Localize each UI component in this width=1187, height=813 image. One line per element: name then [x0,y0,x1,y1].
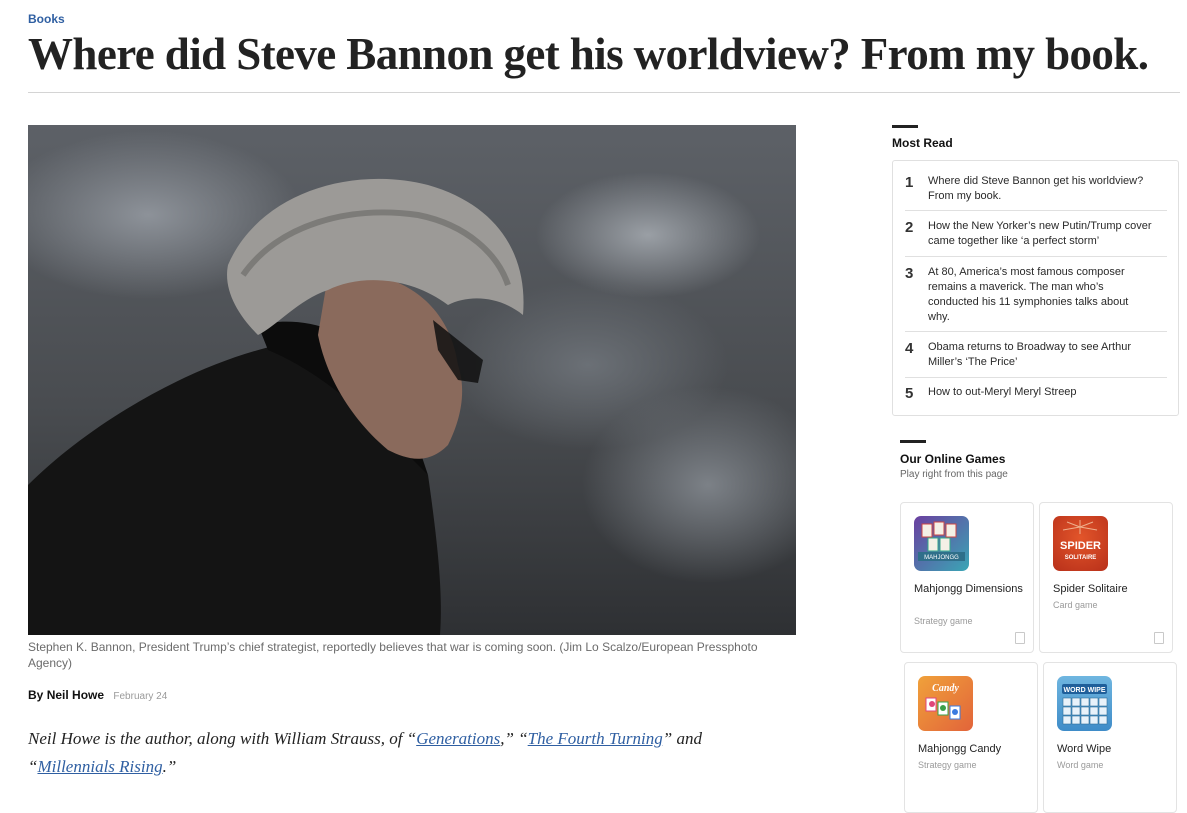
game-name: Mahjongg Dimensions [914,583,1023,595]
most-read-rank: 4 [905,340,914,357]
author-intro: Neil Howe is the author, along with Will… [28,725,788,781]
svg-text:Candy: Candy [932,683,959,694]
open-game-icon[interactable] [1015,632,1025,644]
lead-photo[interactable] [28,125,796,635]
most-read-title: Most Read [892,136,953,150]
most-read-link[interactable]: Where did Steve Bannon get his worldview… [928,174,1153,204]
headline-divider [28,92,1180,93]
intro-text-1: Neil Howe is the author, along with Will… [28,729,417,748]
most-read-divider [905,210,1167,211]
svg-text:SPIDER: SPIDER [1060,540,1101,552]
most-read-rank: 5 [905,385,914,402]
byline: By Neil Howe February 24 [28,688,167,702]
book-link-generations[interactable]: Generations [416,729,500,748]
mahjongg-dimensions-icon: MAHJONGG [914,516,969,571]
intro-text-4: .” [162,757,177,776]
mahjongg-thumb-label: MAHJONGG [924,555,959,561]
game-card-mahjongg-dimensions[interactable]: MAHJONGG Mahjongg Dimensions Strategy ga… [900,502,1034,653]
most-read-rank: 2 [905,219,914,236]
photo-caption: Stephen K. Bannon, President Trump’s chi… [28,640,758,670]
byline-by: By [28,688,44,702]
book-link-fourth-turning[interactable]: The Fourth Turning [528,729,663,748]
word-wipe-icon: WORD WIPE [1057,676,1112,731]
game-type: Strategy game [914,616,973,626]
article-headline: Where did Steve Bannon get his worldview… [28,29,1149,79]
book-link-millennials-rising[interactable]: Millennials Rising [37,757,162,776]
most-read-link[interactable]: How the New Yorker’s new Putin/Trump cov… [928,219,1153,249]
online-games-title: Our Online Games [900,452,1006,466]
game-type: Strategy game [918,760,977,770]
svg-text:SOLITAIRE: SOLITAIRE [1065,555,1097,561]
portrait-photo-icon [28,178,524,635]
game-name: Spider Solitaire [1053,583,1128,595]
game-type: Word game [1057,760,1104,770]
online-games-accent-bar [900,440,926,443]
game-card-spider-solitaire[interactable]: SPIDER SOLITAIRE Spider Solitaire Card g… [1039,502,1173,653]
open-game-icon[interactable] [1154,632,1164,644]
publish-date: February 24 [113,691,168,702]
game-card-word-wipe[interactable]: WORD WIPE Word Wipe Word game [1043,662,1177,813]
online-games-subtitle: Play right from this page [900,469,1008,480]
most-read-rank: 1 [905,174,914,191]
author-link[interactable]: Neil Howe [47,688,104,702]
spider-solitaire-icon: SPIDER SOLITAIRE [1053,516,1108,571]
intro-text-2: ,” “ [500,729,528,748]
most-read-rank: 3 [905,265,914,282]
game-card-mahjongg-candy[interactable]: Candy Mahjongg Candy Strategy game [904,662,1038,813]
most-read-link[interactable]: How to out-Meryl Meryl Streep [928,385,1153,400]
most-read-link[interactable]: Obama returns to Broadway to see Arthur … [928,340,1153,370]
most-read-link[interactable]: At 80, America’s most famous composer re… [928,265,1153,325]
game-name: Mahjongg Candy [918,743,1002,755]
game-name: Word Wipe [1057,743,1112,755]
most-read-divider [905,256,1167,257]
most-read-divider [905,377,1167,378]
game-type: Card game [1053,600,1098,610]
most-read-accent-bar [892,125,918,128]
svg-text:WORD WIPE: WORD WIPE [1064,687,1106,694]
most-read-list: 1 Where did Steve Bannon get his worldvi… [892,160,1179,416]
most-read-divider [905,331,1167,332]
section-link-books[interactable]: Books [28,12,65,26]
mahjongg-candy-icon: Candy [918,676,973,731]
